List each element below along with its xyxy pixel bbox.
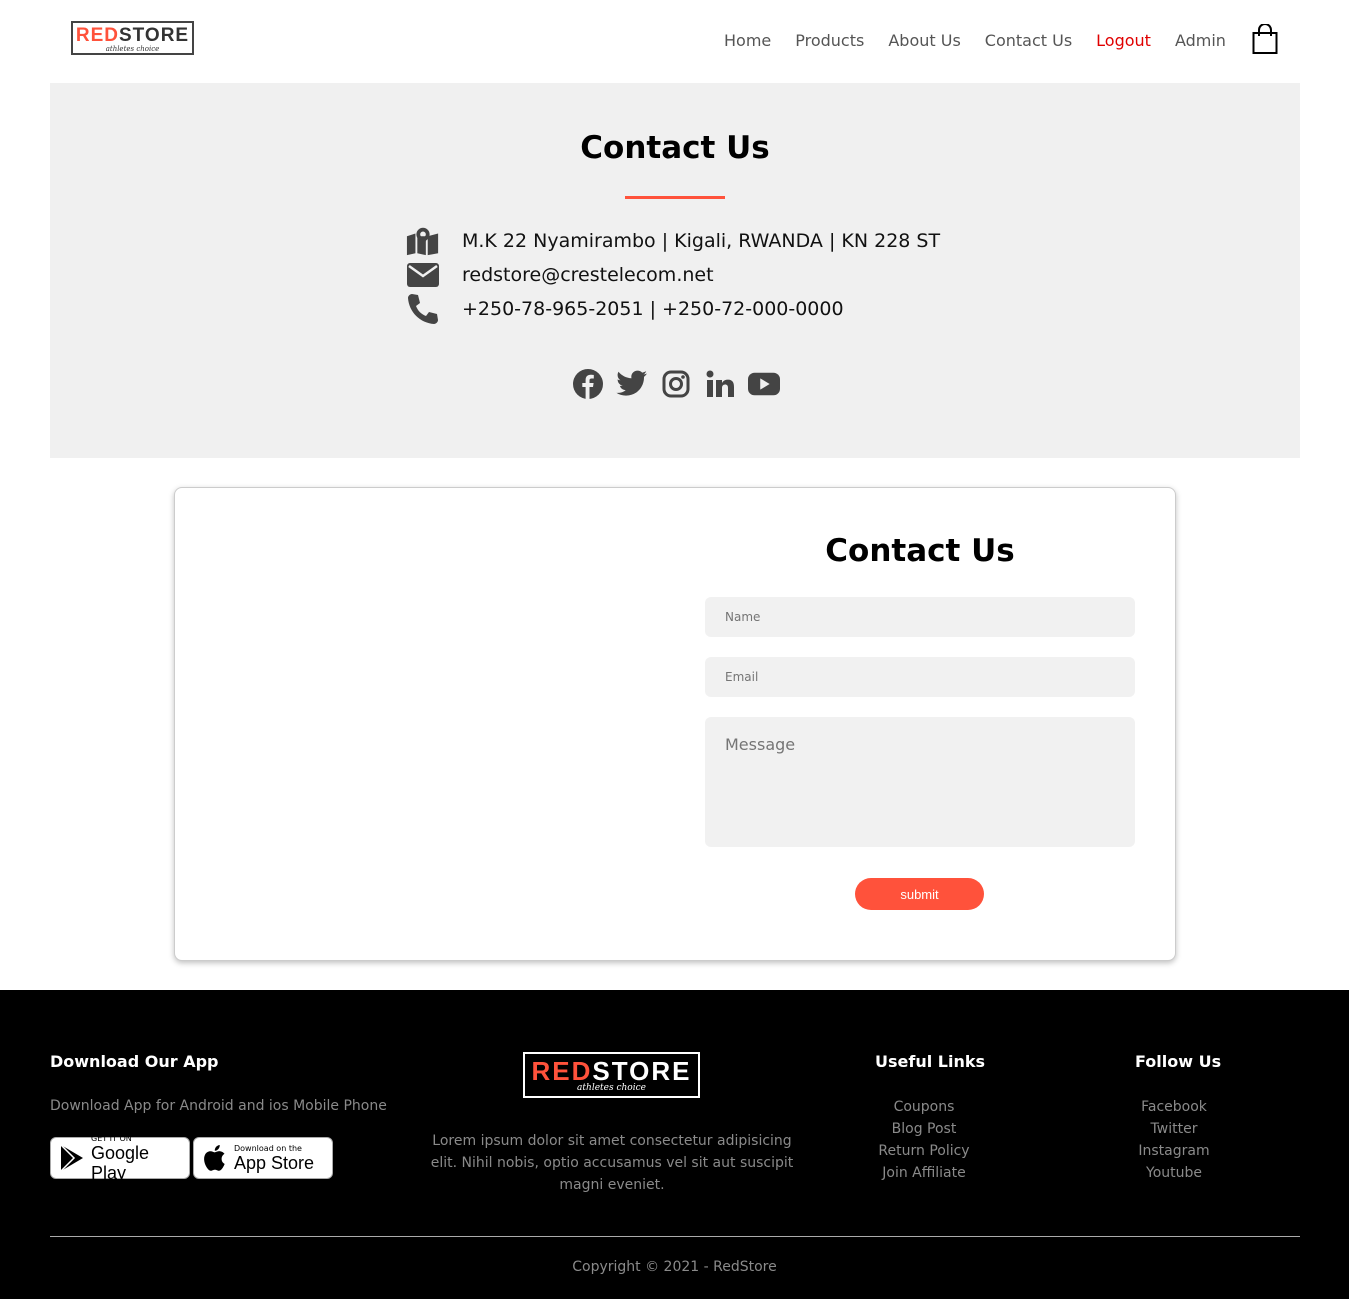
title-underline (625, 196, 725, 199)
nav-contact-us[interactable]: Contact Us (985, 30, 1072, 52)
useful-links-list: Coupons Blog Post Return Policy Join Aff… (864, 1096, 984, 1184)
email-input[interactable] (705, 657, 1135, 697)
facebook-icon[interactable] (572, 368, 604, 400)
contact-form-card: Contact Us submit (174, 487, 1176, 961)
apple-small-text: Download on the (234, 1143, 302, 1153)
footer-logo-red: RED (531, 1056, 593, 1086)
footer-divider (50, 1236, 1300, 1237)
page-title: Contact Us (580, 130, 770, 166)
download-app-title: Download Our App (50, 1052, 219, 1071)
instagram-icon[interactable] (660, 368, 692, 400)
google-small-text: GET IT ON (91, 1133, 132, 1143)
footer-logo-tagline: athletes choice (577, 1083, 646, 1093)
nav-about-us[interactable]: About Us (888, 30, 960, 52)
youtube-icon[interactable] (748, 368, 780, 400)
useful-links-title: Useful Links (875, 1052, 986, 1071)
app-store-button[interactable]: Download on the App Store (193, 1137, 333, 1179)
address-row: M.K 22 Nyamirambo | Kigali, RWANDA | KN … (406, 225, 940, 257)
google-play-icon (59, 1144, 85, 1172)
submit-button[interactable]: submit (855, 878, 984, 910)
logo-red-text: RED (75, 25, 119, 46)
email-row: redstore@crestelecom.net (406, 259, 714, 291)
message-textarea[interactable] (705, 717, 1135, 847)
social-icons (572, 368, 780, 400)
name-input[interactable] (705, 597, 1135, 637)
logo-store-text: STORE (119, 25, 190, 46)
link-coupons[interactable]: Coupons (894, 1096, 955, 1118)
main-nav: Home Products About Us Contact Us Logout… (724, 30, 1250, 52)
contact-info-band: Contact Us M.K 22 Nyamirambo | Kigali, R… (50, 83, 1300, 458)
address-text: M.K 22 Nyamirambo | Kigali, RWANDA | KN … (462, 230, 941, 252)
google-play-button[interactable]: GET IT ON Google Play (50, 1133, 190, 1183)
navbar: REDSTORE athletes choice Home Products A… (0, 0, 1349, 83)
link-blog-post[interactable]: Blog Post (892, 1118, 957, 1140)
follow-links-list: Facebook Twitter Instagram Youtube (1124, 1096, 1224, 1184)
footer-about-text: Lorem ipsum dolor sit amet consectetur a… (430, 1133, 794, 1193)
nav-home[interactable]: Home (724, 30, 771, 52)
nav-logout[interactable]: Logout (1096, 30, 1151, 52)
footer: Download Our App Download App for Androi… (0, 990, 1349, 1299)
logo-tagline: athletes choice (105, 45, 160, 53)
download-app-text: Download App for Android and ios Mobile … (50, 1098, 387, 1114)
email-text[interactable]: redstore@crestelecom.net (462, 264, 714, 286)
linkedin-icon[interactable] (704, 368, 736, 400)
shopping-bag-icon[interactable] (1252, 23, 1278, 54)
link-twitter[interactable]: Twitter (1151, 1118, 1198, 1140)
phone-row: +250-78-965-2051 | +250-72-000-0000 (406, 293, 844, 325)
map-pin-icon (406, 225, 440, 257)
link-return-policy[interactable]: Return Policy (878, 1140, 969, 1162)
envelope-icon (406, 259, 440, 291)
copyright-text: Copyright © 2021 - RedStore (572, 1259, 777, 1275)
redstore-logo[interactable]: REDSTORE athletes choice (71, 21, 194, 55)
link-youtube[interactable]: Youtube (1146, 1162, 1202, 1184)
link-facebook[interactable]: Facebook (1141, 1096, 1207, 1118)
phone-icon (406, 293, 440, 325)
footer-logo: REDSTORE athletes choice (523, 1052, 700, 1098)
link-instagram[interactable]: Instagram (1138, 1140, 1209, 1162)
twitter-icon[interactable] (616, 368, 648, 400)
link-join-affiliate[interactable]: Join Affiliate (882, 1162, 965, 1184)
apple-big-text: App Store (234, 1152, 315, 1173)
footer-logo-store: STORE (592, 1056, 692, 1086)
phone-text: +250-78-965-2051 | +250-72-000-0000 (462, 298, 844, 320)
form-title: Contact Us (825, 533, 1015, 569)
nav-products[interactable]: Products (795, 30, 864, 52)
nav-admin[interactable]: Admin (1175, 30, 1226, 52)
google-big-text: Google Play (91, 1142, 150, 1183)
apple-icon (202, 1144, 226, 1172)
follow-us-title: Follow Us (1135, 1052, 1222, 1071)
